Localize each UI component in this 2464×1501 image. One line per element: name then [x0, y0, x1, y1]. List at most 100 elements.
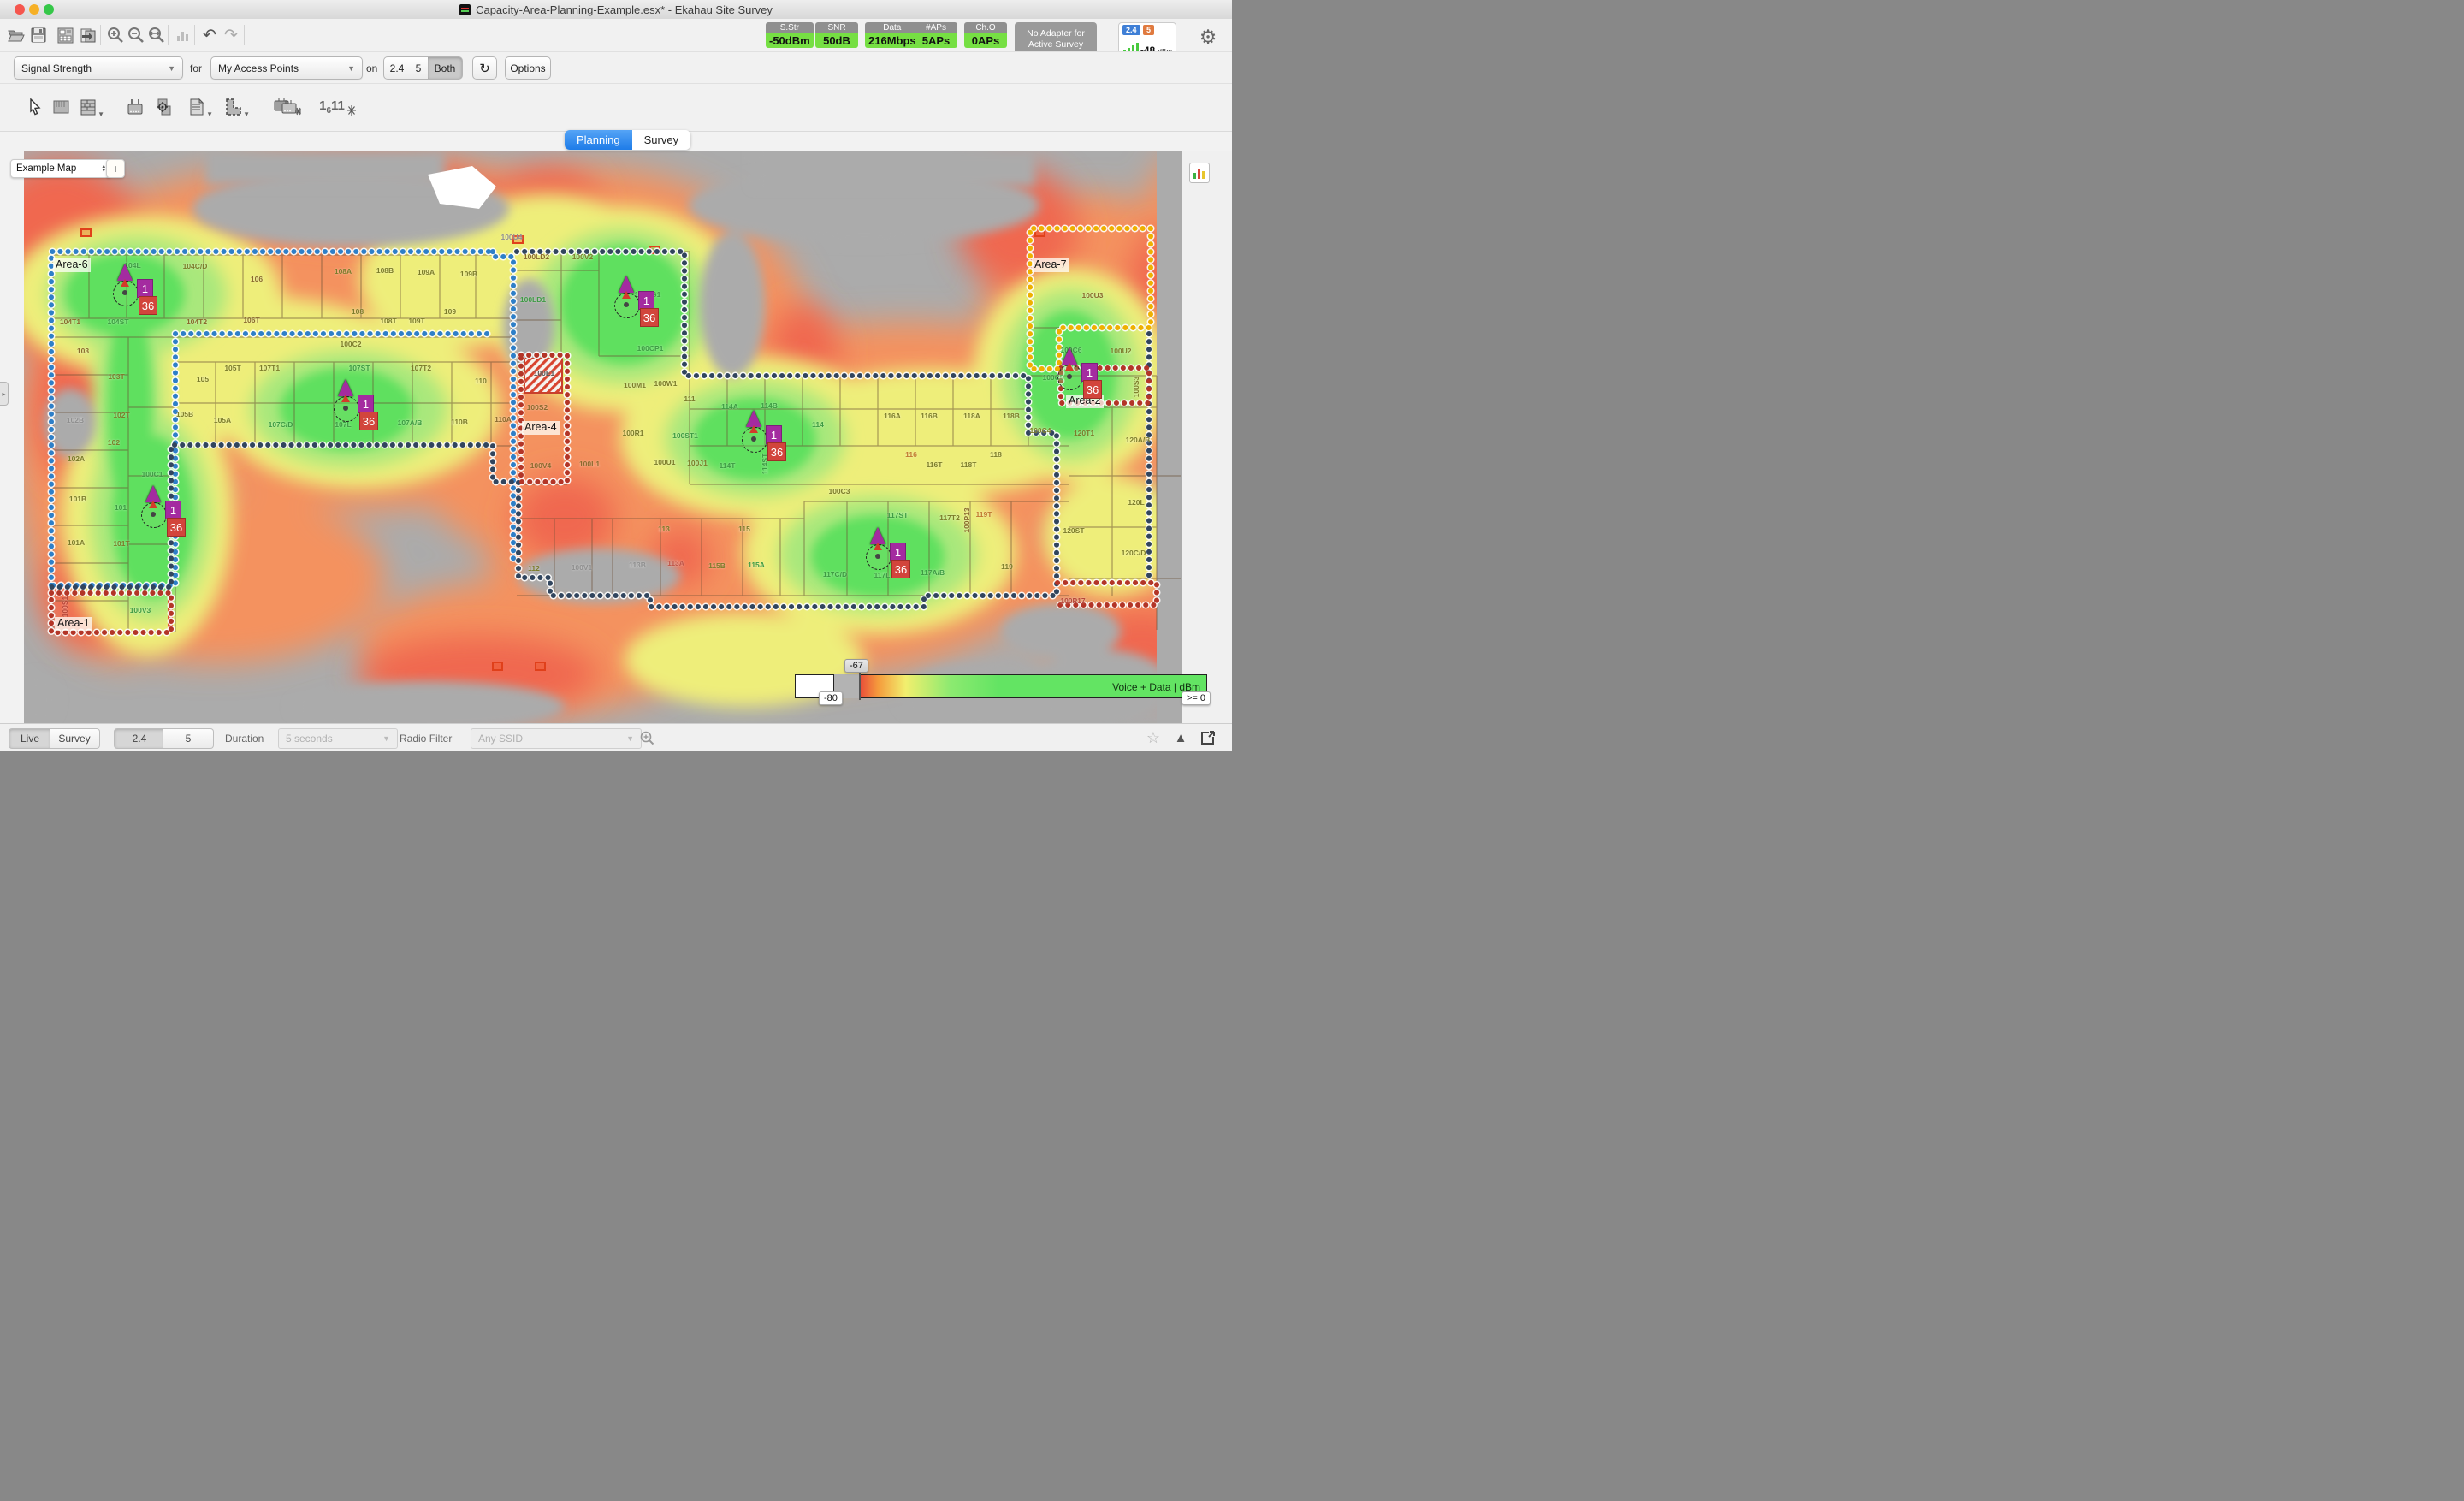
map-selector-dropdown[interactable]: Example Map ▴ ▾ — [10, 159, 111, 178]
save-project-button[interactable] — [28, 24, 49, 46]
statistics-button[interactable] — [173, 24, 193, 46]
map-canvas[interactable]: 104L 104C/D 106 108A 108B 109A 109B 108 108T 109T… — [0, 151, 1232, 723]
auto-planner-tool[interactable] — [270, 92, 303, 122]
band-24-button[interactable]: 2.4 — [383, 56, 411, 80]
legend-toggle-button[interactable] — [1189, 163, 1210, 183]
select-tool[interactable] — [22, 92, 48, 122]
add-note-tool[interactable]: ▼ — [184, 92, 213, 122]
expand-panel-button[interactable]: ▲ — [1170, 728, 1191, 747]
visualization-dropdown[interactable]: Signal Strength ▼ — [14, 56, 183, 80]
refresh-button[interactable]: ↻ — [472, 56, 497, 80]
chevron-down-icon[interactable]: ▼ — [98, 110, 104, 118]
up-triangle-icon: ▲ — [1174, 730, 1188, 745]
on-label: on — [366, 62, 378, 74]
simulate-survey-tool[interactable] — [151, 92, 176, 122]
chevron-down-icon: ▼ — [168, 63, 175, 73]
settings-gear-button[interactable]: ⚙ — [1198, 26, 1218, 48]
live-button[interactable]: Live — [9, 728, 51, 749]
attenuation-area-tool[interactable] — [48, 92, 74, 122]
radio-filter-label: Radio Filter — [400, 733, 453, 745]
redo-button[interactable]: ↷ — [221, 24, 241, 46]
area-label-area-6[interactable]: Area-6 — [53, 258, 91, 272]
window-title: Capacity-Area-Planning-Example.esx* - Ek… — [476, 3, 773, 16]
app-icon — [459, 3, 471, 15]
draw-wall-tool[interactable]: ▼ — [75, 92, 104, 122]
auto-channel-tool[interactable]: 1611 — [318, 92, 358, 122]
favorite-star-button[interactable]: ☆ — [1143, 728, 1164, 747]
ap-channel-badge-24: 1 — [137, 279, 153, 298]
ap-direction-icon — [117, 264, 133, 281]
ap-direction-icon — [1065, 363, 1074, 371]
status-badge: S.Str -50dBm — [766, 22, 814, 48]
bottom-bar: Live Survey 2.4 5 Duration 5 seconds ▼ Ra… — [0, 723, 1232, 750]
ap-direction-icon — [619, 276, 634, 293]
for-label: for — [190, 62, 203, 74]
duration-dropdown[interactable]: 5 seconds ▼ — [278, 728, 398, 749]
ap-channel-badge-5: 36 — [640, 308, 659, 327]
main-toolbar: ↶ ↷ S.Str -50dBm SNR 50dB Data 216Mbps #APs 5AP… — [0, 19, 1232, 60]
legend-mid-handle[interactable]: -67 — [844, 659, 868, 673]
ap-channel-badge-24: 1 — [165, 501, 181, 519]
open-project-button[interactable] — [6, 24, 27, 46]
chevron-down-icon[interactable]: ▼ — [243, 110, 250, 118]
ap-channel-badge-24: 1 — [1081, 363, 1098, 382]
area-label-area-7[interactable]: Area-7 — [1032, 258, 1069, 272]
ap-channel-badge-5: 36 — [359, 412, 378, 430]
ap-direction-icon — [622, 291, 631, 299]
band-both-button[interactable]: Both — [428, 56, 463, 80]
legend-threshold-line — [859, 673, 861, 700]
chevron-down-icon: ▼ — [626, 734, 634, 743]
add-map-button[interactable]: + — [106, 159, 125, 178]
draw-area-tool[interactable]: ▼ — [221, 92, 250, 122]
reporting-button[interactable] — [55, 24, 75, 46]
import-map-button[interactable] — [78, 24, 98, 46]
band-5-button[interactable]: 5 — [409, 56, 429, 80]
legend-gradient-bar[interactable]: Voice + Data | dBm — [860, 674, 1207, 698]
options-button[interactable]: Options — [505, 56, 551, 80]
ap-channel-badge-5: 36 — [139, 296, 157, 315]
survey-button[interactable]: Survey — [50, 728, 100, 749]
status-badge: SNR 50dB — [815, 22, 858, 48]
chevron-down-icon: ▼ — [382, 734, 390, 743]
tab-planning[interactable]: Planning — [565, 130, 632, 150]
zoom-out-button[interactable] — [126, 24, 146, 46]
ap-direction-icon — [145, 485, 161, 502]
heatmap — [0, 151, 1232, 723]
star-icon: ☆ — [1146, 728, 1161, 746]
title-bar[interactable]: Capacity-Area-Planning-Example.esx* - Ek… — [0, 0, 1232, 20]
status-badge: Ch.O 0APs — [964, 22, 1007, 48]
legend-max-handle[interactable]: >= 0 — [1181, 691, 1211, 705]
chevron-down-icon[interactable]: ▼ — [206, 110, 213, 118]
area-label-area-4[interactable]: Area-4 — [522, 421, 560, 435]
ap-channel-badge-5: 36 — [167, 518, 186, 537]
zoom-fit-button[interactable] — [146, 24, 167, 46]
bottom-band-24-button[interactable]: 2.4 — [114, 728, 165, 749]
ap-channel-badge-24: 1 — [638, 291, 654, 310]
bottom-zoom-in-button[interactable] — [637, 728, 657, 747]
ap-direction-icon — [121, 279, 129, 287]
app-window: Capacity-Area-Planning-Example.esx* - Ek… — [0, 0, 1232, 750]
mini-bar-icon — [1198, 169, 1200, 179]
refresh-icon: ↻ — [479, 61, 490, 76]
area-label-area-1[interactable]: Area-1 — [55, 617, 92, 631]
add-ap-tool[interactable] — [122, 92, 148, 122]
ap-direction-icon — [874, 543, 882, 550]
export-button[interactable] — [1198, 728, 1218, 747]
radio-filter-dropdown[interactable]: Any SSID ▼ — [471, 728, 642, 749]
tab-survey[interactable]: Survey — [631, 130, 691, 150]
status-badge: #APs 5APs — [915, 22, 957, 48]
ap-channel-badge-24: 1 — [358, 395, 374, 413]
ap-channel-badge-5: 36 — [767, 442, 786, 461]
ap-scope-dropdown[interactable]: My Access Points ▼ — [210, 56, 363, 80]
legend: Voice + Data | dBm -67 -80 >= 0 — [795, 659, 1211, 705]
ap-direction-icon — [870, 527, 886, 544]
chevron-updown-icon: ▴ ▾ — [102, 163, 105, 174]
chevron-down-icon: ▼ — [347, 63, 355, 73]
sidebar-collapse-handle[interactable]: ▸ — [0, 382, 9, 406]
bottom-band-5-button[interactable]: 5 — [163, 728, 214, 749]
ap-channel-badge-5: 36 — [1083, 380, 1102, 399]
undo-button[interactable]: ↶ — [199, 24, 220, 46]
visualization-bar: Signal Strength ▼ for My Access Points ▼ o… — [0, 51, 1232, 84]
zoom-in-button[interactable] — [105, 24, 126, 46]
legend-min-handle[interactable]: -80 — [819, 691, 843, 705]
